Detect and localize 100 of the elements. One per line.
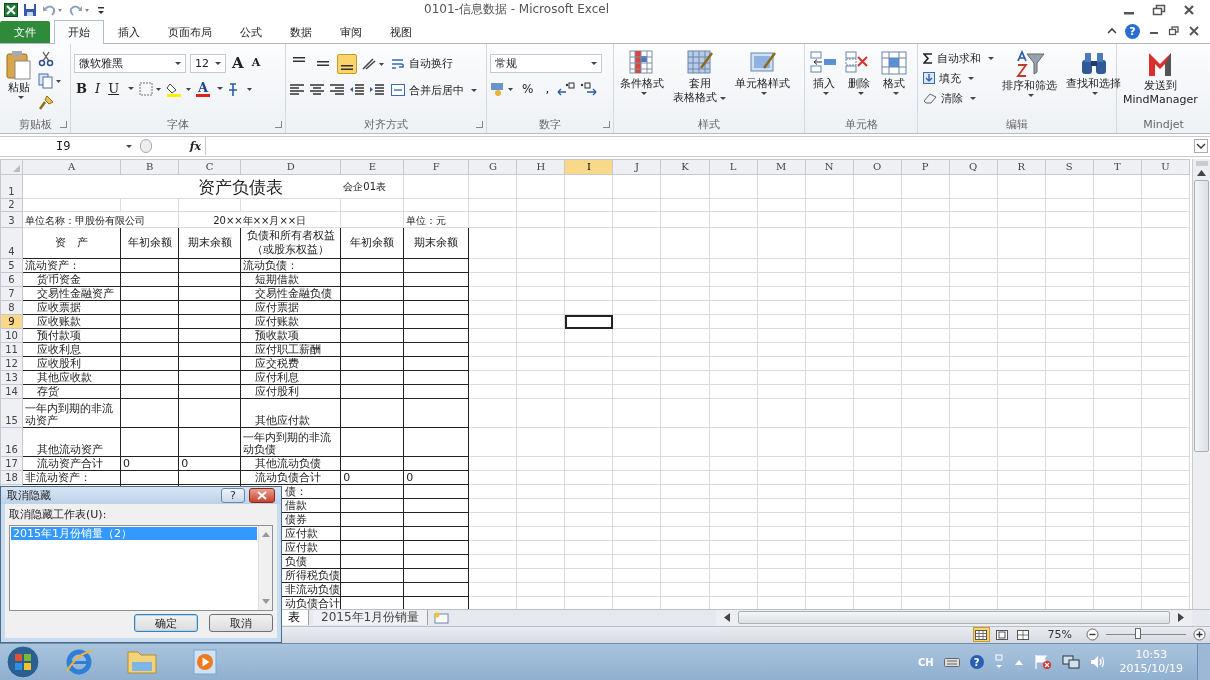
- sheet-tab[interactable]: 2015年1月份销量: [313, 610, 429, 626]
- launcher-icon[interactable]: [60, 120, 67, 128]
- column-header[interactable]: J: [612, 159, 661, 175]
- help-button[interactable]: ?: [1125, 23, 1140, 39]
- start-button[interactable]: [6, 645, 40, 680]
- column-header[interactable]: I: [564, 159, 613, 175]
- dialog-button[interactable]: 取消: [209, 614, 273, 632]
- row-header[interactable]: 16: [0, 427, 23, 457]
- increase-decimal-icon[interactable]: [557, 81, 576, 96]
- scroll-left-icon[interactable]: [724, 613, 730, 623]
- row-header[interactable]: 4: [0, 227, 23, 259]
- orientation-icon[interactable]: [361, 55, 385, 72]
- active-cell[interactable]: [564, 314, 613, 329]
- column-header[interactable]: P: [901, 159, 950, 175]
- help-button[interactable]: ?: [969, 655, 984, 670]
- caret-icon[interactable]: [128, 87, 135, 91]
- scrollbar-thumb[interactable]: [738, 611, 1170, 625]
- close-icon[interactable]: [1188, 26, 1200, 36]
- restore-icon[interactable]: [1168, 26, 1180, 36]
- splitter-handle[interactable]: [140, 139, 152, 154]
- close-icon[interactable]: [1182, 3, 1196, 16]
- percent-button[interactable]: %: [518, 80, 538, 97]
- vertical-scrollbar[interactable]: [1192, 159, 1210, 610]
- zoom-out-icon[interactable]: [1086, 628, 1099, 642]
- font-size-field[interactable]: 12: [190, 53, 226, 73]
- italic-button[interactable]: I: [93, 80, 103, 97]
- ribbon-tab[interactable]: 审阅: [326, 20, 376, 43]
- format-cells-button[interactable]: 格式: [878, 47, 910, 98]
- scissors-icon[interactable]: [38, 50, 54, 67]
- brush-icon[interactable]: [38, 94, 54, 111]
- ribbon-tab[interactable]: 公式: [226, 20, 276, 43]
- currency-icon[interactable]: [490, 80, 514, 97]
- column-header[interactable]: R: [997, 159, 1046, 175]
- sheet-tab[interactable]: 表: [280, 610, 309, 626]
- help-button[interactable]: ?: [221, 488, 245, 503]
- column-header[interactable]: N: [805, 159, 854, 175]
- column-header[interactable]: Q: [949, 159, 998, 175]
- column-header[interactable]: M: [757, 159, 806, 175]
- zoom-slider-thumb[interactable]: [1135, 628, 1141, 640]
- format-as-table-button[interactable]: 套用 表格格式: [670, 47, 729, 107]
- column-header[interactable]: T: [1093, 159, 1142, 175]
- column-header[interactable]: K: [661, 159, 709, 175]
- sort-filter-button[interactable]: 排序和筛选: [999, 47, 1060, 100]
- merge-center-button[interactable]: 合并后居中: [389, 81, 479, 99]
- decrease-indent-icon[interactable]: [349, 83, 365, 98]
- copy-icon[interactable]: [38, 72, 62, 89]
- column-header[interactable]: F: [403, 159, 469, 175]
- split-handle[interactable]: [1195, 161, 1208, 167]
- number-format-field[interactable]: 常规: [490, 53, 602, 73]
- delete-cells-button[interactable]: 删除: [843, 47, 875, 98]
- row-header[interactable]: 1: [0, 174, 23, 199]
- conditional-format-button[interactable]: 条件格式: [617, 47, 667, 98]
- media-player-icon[interactable]: [190, 647, 220, 678]
- ribbon-tab[interactable]: 视图: [376, 20, 426, 43]
- save-icon[interactable]: [23, 2, 37, 17]
- caret-icon[interactable]: [217, 87, 224, 91]
- font-name-field[interactable]: 微软雅黑: [74, 53, 186, 73]
- wrap-text-button[interactable]: 自动换行: [389, 55, 455, 73]
- column-header[interactable]: O: [853, 159, 902, 175]
- column-header[interactable]: B: [120, 159, 179, 175]
- decrease-decimal-icon[interactable]: [579, 81, 598, 96]
- column-header[interactable]: D: [240, 159, 341, 175]
- increase-indent-icon[interactable]: [369, 83, 385, 98]
- column-header[interactable]: L: [709, 159, 758, 175]
- horizontal-scrollbar[interactable]: [716, 610, 1192, 626]
- expand-icon[interactable]: [1194, 139, 1208, 154]
- ribbon-tab[interactable]: 文件: [0, 20, 50, 43]
- align-button[interactable]: [337, 53, 357, 74]
- zoom-in-icon[interactable]: [1193, 628, 1206, 642]
- name-box[interactable]: I9: [0, 137, 136, 156]
- grow-font-button[interactable]: A: [230, 55, 246, 72]
- autosum-button[interactable]: 自动求和: [921, 49, 996, 67]
- network-icon[interactable]: [1061, 654, 1080, 671]
- underline-button[interactable]: U: [106, 80, 122, 97]
- dialog-button[interactable]: 确定: [134, 614, 198, 632]
- cell-styles-button[interactable]: 单元格样式: [732, 47, 793, 98]
- ribbon-tab[interactable]: 数据: [276, 20, 326, 43]
- column-header[interactable]: E: [340, 159, 404, 175]
- paste-button[interactable]: 粘贴: [3, 47, 35, 102]
- launcher-icon[interactable]: [476, 120, 483, 128]
- restore-icon[interactable]: [1152, 3, 1166, 16]
- clear-button[interactable]: 清除: [921, 89, 996, 107]
- fill-button[interactable]: 填充: [921, 69, 996, 87]
- insert-cells-button[interactable]: 插入: [808, 47, 840, 98]
- scrollbar-thumb[interactable]: [1194, 180, 1209, 453]
- flag-icon[interactable]: [1033, 654, 1052, 671]
- column-header[interactable]: A: [22, 159, 121, 175]
- insert-function-button[interactable]: fx: [189, 139, 201, 153]
- column-header[interactable]: C: [178, 159, 241, 175]
- comma-button[interactable]: ,: [541, 80, 554, 97]
- align-center-icon[interactable]: [309, 83, 325, 98]
- launcher-icon[interactable]: [275, 120, 282, 128]
- view-button[interactable]: [993, 627, 1011, 643]
- collapse-ribbon-icon[interactable]: [1107, 26, 1117, 36]
- ribbon-tab[interactable]: 插入: [104, 20, 154, 43]
- ribbon-tab[interactable]: 页面布局: [154, 20, 226, 43]
- close-button[interactable]: [249, 488, 275, 503]
- scroll-up-icon[interactable]: [1197, 170, 1206, 177]
- scroll-right-icon[interactable]: [1178, 613, 1184, 623]
- font-color-button[interactable]: A: [196, 80, 211, 97]
